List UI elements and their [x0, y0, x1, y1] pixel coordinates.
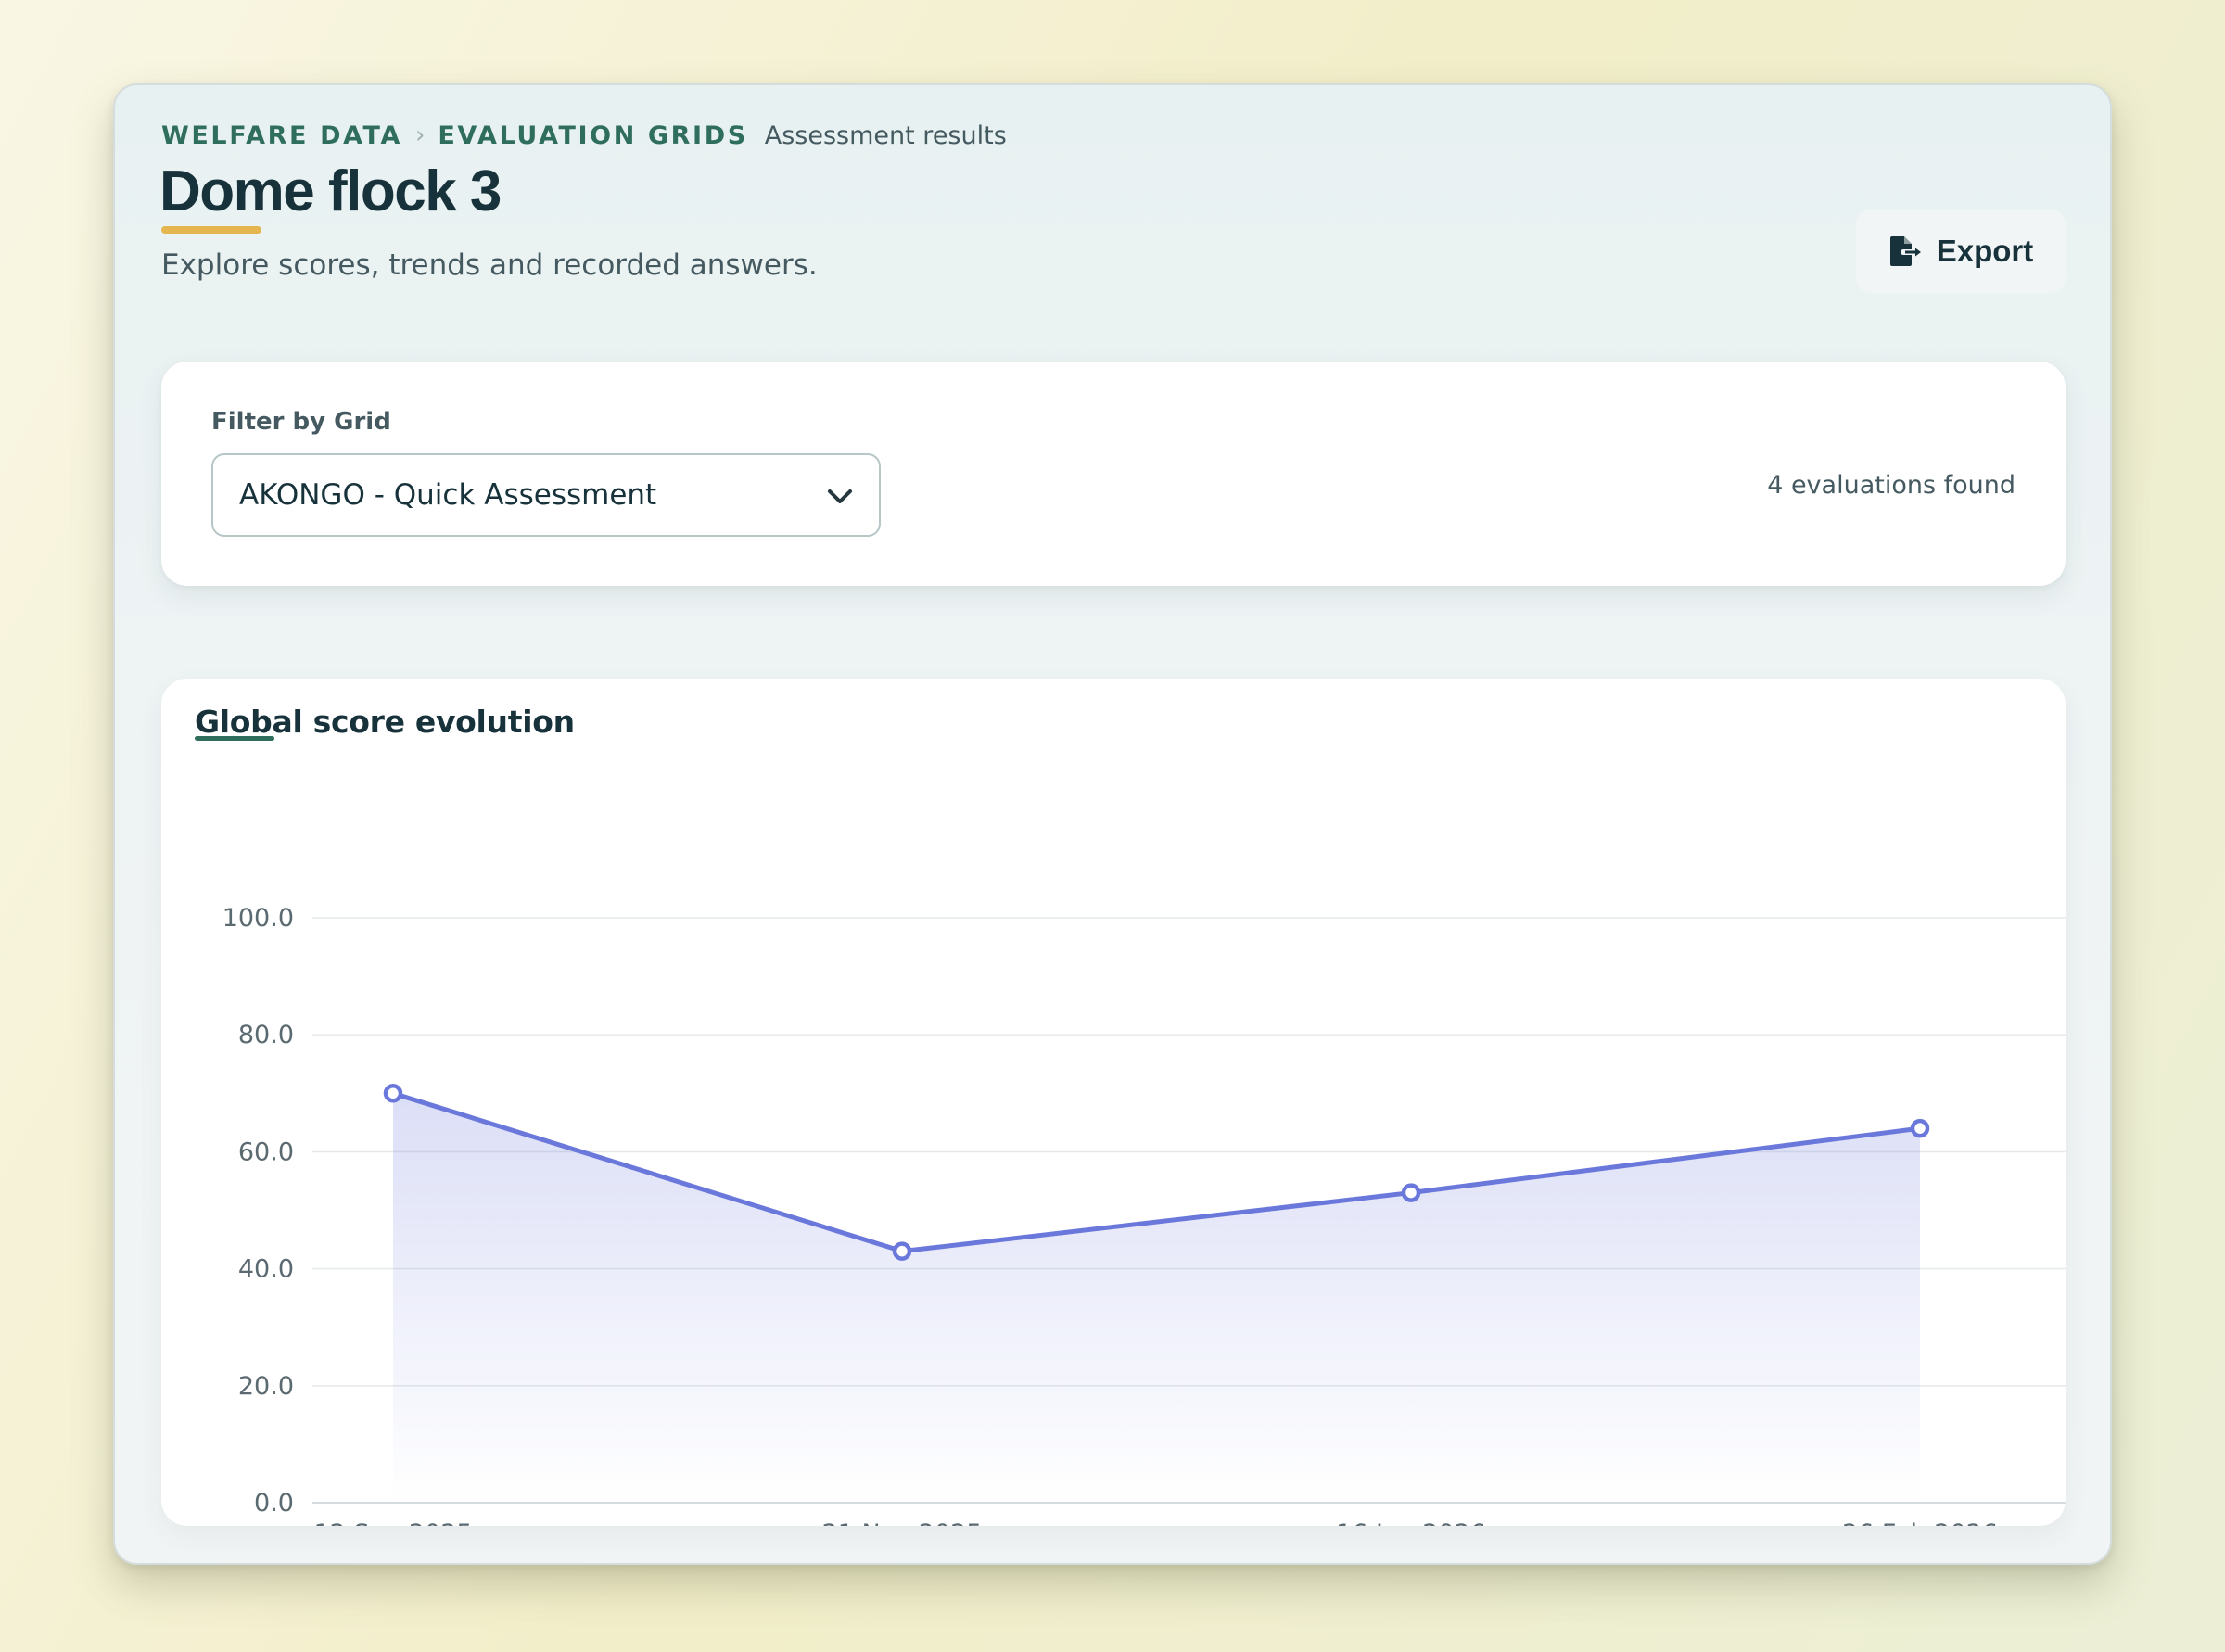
breadcrumb: WELFARE DATA › EVALUATION GRIDS Assessme… [161, 117, 1007, 154]
page-title: Dome flock 3 [159, 159, 502, 223]
x-tick-label: 26 Feb 2026 [1842, 1519, 1998, 1526]
data-point [1910, 1118, 1930, 1138]
x-tick-label: 21 Nov 2025 [822, 1519, 983, 1526]
chevron-down-icon [828, 489, 852, 503]
y-tick-label: 0.0 [254, 1489, 294, 1518]
export-button-label: Export [1936, 234, 2034, 268]
x-tick-label: 12 Sep 2025 [313, 1519, 472, 1526]
evaluations-found-count: 4 evaluations found [1767, 471, 2015, 500]
breadcrumb-welfare-data-link[interactable]: WELFARE DATA [161, 121, 402, 150]
chart-area-fill [393, 1093, 1920, 1503]
file-export-icon [1888, 235, 1922, 268]
filter-card: Filter by Grid AKONGO - Quick Assessment… [161, 362, 2066, 586]
evaluation-results-window: WELFARE DATA › EVALUATION GRIDS Assessme… [113, 83, 2112, 1565]
data-point [892, 1241, 912, 1261]
series-area [393, 1093, 1920, 1503]
grid-select-value: AKONGO - Quick Assessment [239, 478, 657, 512]
y-tick-label: 20.0 [238, 1372, 294, 1401]
global-score-chart-card: Global score evolution 0.0 20.0 40.0 60.0 80… [161, 679, 2066, 1526]
data-point [1401, 1183, 1421, 1202]
grid-select-dropdown[interactable]: AKONGO - Quick Assessment [211, 453, 881, 537]
filter-by-grid-label: Filter by Grid [211, 408, 391, 436]
y-tick-label: 60.0 [238, 1137, 294, 1166]
export-button[interactable]: Export [1856, 210, 2066, 293]
y-tick-label: 80.0 [238, 1021, 294, 1049]
page-subtitle: Explore scores, trends and recorded answ… [161, 248, 818, 282]
y-tick-label: 40.0 [238, 1255, 294, 1284]
breadcrumb-current-page: Assessment results [764, 121, 1007, 150]
data-point [383, 1084, 403, 1103]
title-accent-underline [161, 226, 261, 234]
x-tick-label: 16 Jan 2026 [1336, 1519, 1486, 1526]
y-tick-label: 100.0 [222, 904, 294, 933]
breadcrumb-evaluation-grids-link[interactable]: EVALUATION GRIDS [438, 121, 747, 150]
breadcrumb-separator: › [414, 121, 426, 149]
global-score-line-chart: 0.0 20.0 40.0 60.0 80.0 100.0 12 Sep 2025 21 No… [222, 904, 2066, 1526]
